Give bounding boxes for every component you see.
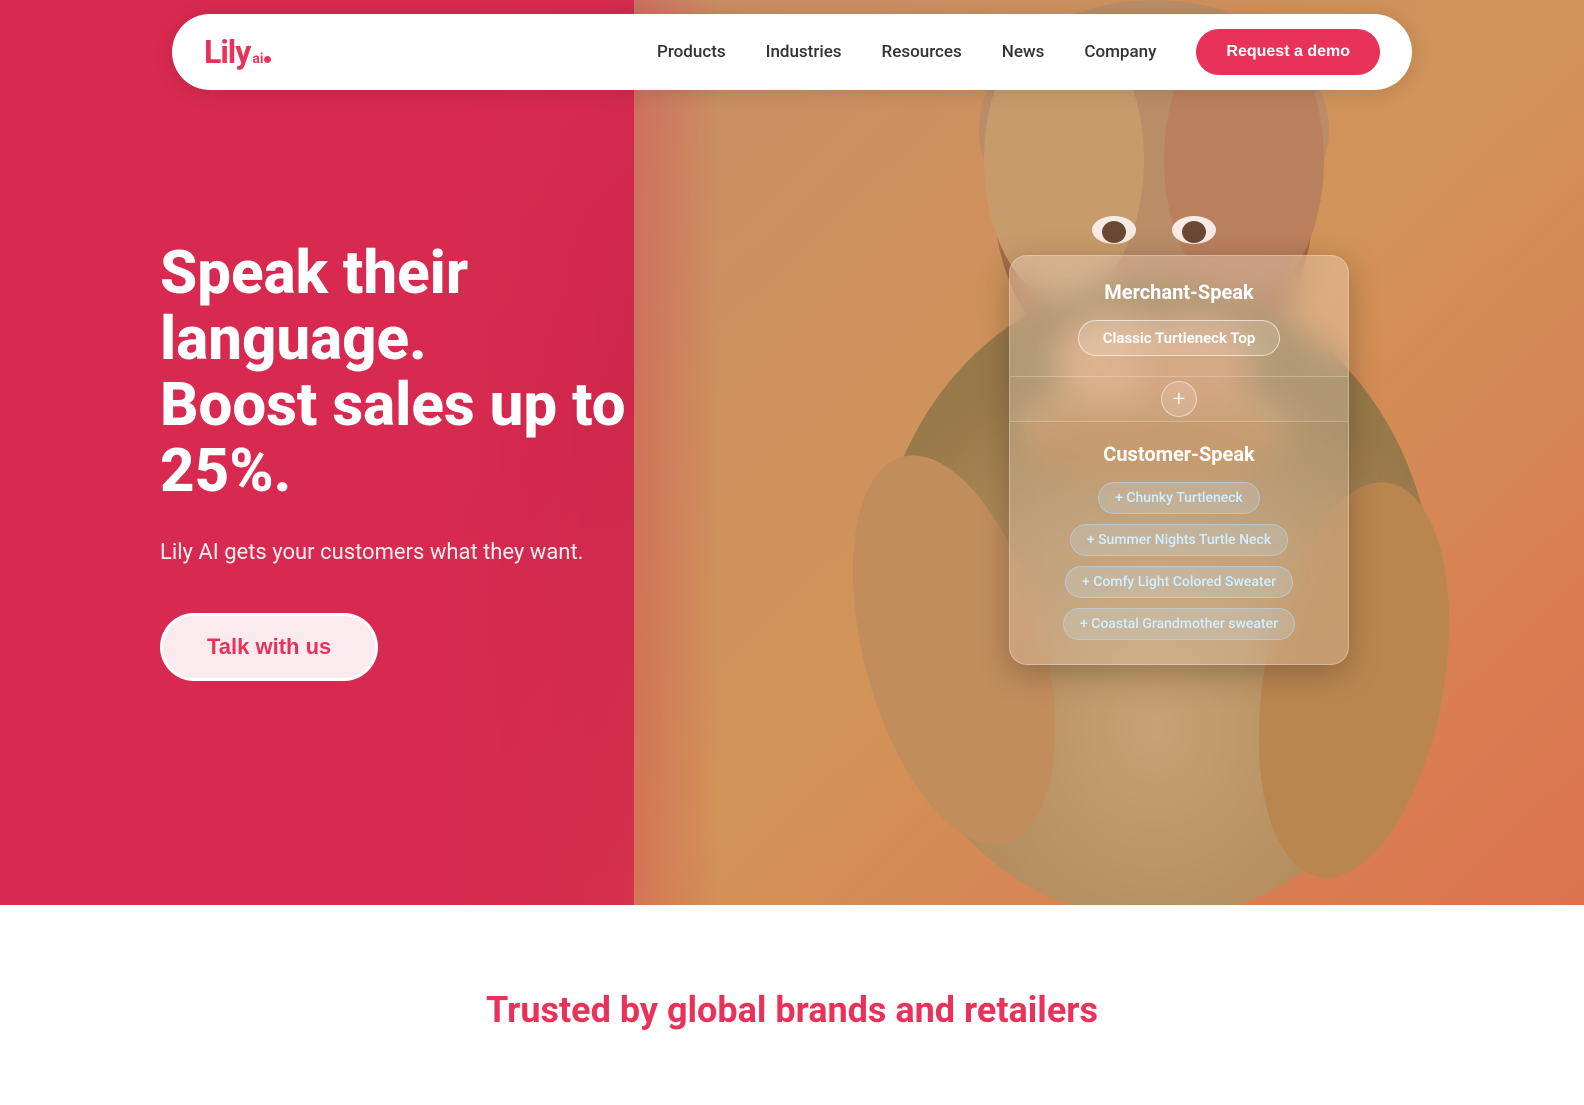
trusted-title: Trusted by global brands and retailers	[486, 989, 1098, 1031]
speak-divider: +	[1010, 377, 1348, 422]
customer-tag-3: + Coastal Grandmother sweater	[1063, 608, 1295, 640]
hero-subtext: Lily AI gets your customers what they wa…	[160, 536, 720, 569]
logo-ai: ai	[252, 51, 263, 67]
hero-section: Speak their language. Boost sales up to …	[0, 0, 1584, 905]
nav-company[interactable]: Company	[1068, 34, 1172, 70]
speak-card: Merchant-Speak Classic Turtleneck Top + …	[1009, 255, 1349, 665]
navbar: Lilyai Products Industries Resources New…	[172, 14, 1412, 90]
customer-tag-0: + Chunky Turtleneck	[1098, 482, 1260, 514]
nav-resources[interactable]: Resources	[866, 34, 978, 70]
customer-speak-title: Customer-Speak	[1030, 442, 1328, 466]
main-nav: Products Industries Resources News Compa…	[641, 42, 1172, 62]
merchant-tag: Classic Turtleneck Top	[1078, 320, 1281, 356]
customer-tag-1: + Summer Nights Turtle Neck	[1070, 524, 1288, 556]
merchant-speak-section: Merchant-Speak Classic Turtleneck Top	[1010, 256, 1348, 377]
customer-tag-2: + Comfy Light Colored Sweater	[1065, 566, 1293, 598]
nav-news[interactable]: News	[986, 34, 1061, 70]
hero-content: Speak their language. Boost sales up to …	[160, 240, 720, 681]
trusted-section: Trusted by global brands and retailers	[0, 905, 1584, 1105]
merchant-tag-container: Classic Turtleneck Top	[1034, 320, 1324, 356]
logo-dot	[264, 56, 271, 63]
nav-industries[interactable]: Industries	[750, 34, 858, 70]
customer-tags-container: + Chunky Turtleneck + Summer Nights Turt…	[1030, 482, 1328, 640]
hero-headline: Speak their language. Boost sales up to …	[160, 240, 720, 504]
merchant-speak-title: Merchant-Speak	[1034, 280, 1324, 304]
customer-speak-section: Customer-Speak + Chunky Turtleneck + Sum…	[1010, 422, 1348, 664]
logo-link[interactable]: Lilyai	[204, 33, 271, 71]
request-demo-button[interactable]: Request a demo	[1196, 29, 1380, 75]
logo-text: Lily	[204, 33, 250, 71]
talk-with-us-button[interactable]: Talk with us	[160, 613, 378, 681]
nav-products[interactable]: Products	[641, 34, 742, 70]
plus-icon: +	[1161, 381, 1197, 417]
